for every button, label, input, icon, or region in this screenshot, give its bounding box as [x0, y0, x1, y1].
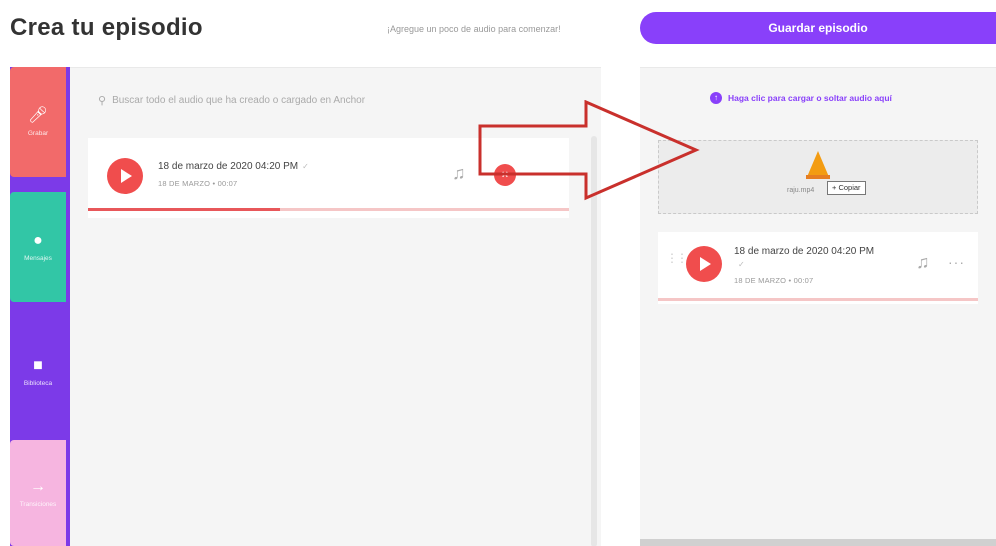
music-note-icon[interactable]: ♫	[916, 252, 930, 273]
hint-text: ¡Agregue un poco de audio para comenzar!	[387, 24, 561, 34]
drag-handle-icon[interactable]: ⋮⋮	[666, 252, 688, 264]
search-icon: ⚲	[98, 95, 107, 107]
edit-icon[interactable]: ✓	[738, 260, 745, 269]
library-scrollbar[interactable]	[591, 136, 597, 546]
folder-icon: ■	[33, 356, 43, 374]
clip-meta: 18 DE MARZO • 00:07	[734, 276, 814, 285]
upload-icon: ↑	[710, 92, 722, 104]
message-icon: ●	[33, 231, 43, 249]
dragged-file-name: raju.mp4	[787, 187, 815, 194]
remove-clip-button[interactable]: ×	[494, 164, 516, 186]
play-button[interactable]	[686, 246, 722, 282]
clip-title: 18 de marzo de 2020 04:20 PM ✓	[158, 161, 309, 172]
music-note-icon[interactable]: ♫	[452, 163, 466, 184]
tool-rail: 🎤︎ Grabar ● Mensajes ■ Biblioteca → Tran…	[10, 67, 70, 546]
library-panel: ⚲ 18 de marzo de 2020 04:20 PM✓ 18 DE MA…	[70, 67, 601, 546]
copy-tooltip: + Copiar	[827, 181, 866, 195]
tab-library[interactable]: ■ Biblioteca	[10, 317, 66, 427]
more-options-icon[interactable]: ···	[948, 254, 965, 270]
search-input[interactable]	[112, 95, 493, 106]
tab-transitions-label: Transiciones	[19, 500, 57, 508]
play-button[interactable]	[107, 158, 143, 194]
clip-progress-fill	[88, 208, 281, 211]
microphone-icon: 🎤︎	[27, 106, 49, 124]
clip-title: 18 de marzo de 2020 04:20 PM	[734, 246, 875, 257]
arrow-right-icon: →	[30, 477, 46, 495]
tab-record-label: Grabar	[27, 129, 49, 137]
episode-audio-card[interactable]: ⋮⋮ 18 de marzo de 2020 04:20 PM ✓ 18 DE …	[658, 232, 978, 304]
vlc-file-icon	[806, 151, 830, 179]
clip-title-text: 18 de marzo de 2020 04:20 PM	[158, 161, 299, 172]
edit-icon[interactable]: ✓	[302, 162, 309, 171]
episode-panel: ↑ Haga clic para cargar o soltar audio a…	[640, 67, 996, 546]
clip-meta: 18 DE MARZO • 00:07	[158, 179, 238, 188]
library-audio-card[interactable]: 18 de marzo de 2020 04:20 PM ✓ 18 DE MARZ…	[88, 138, 569, 218]
upload-hint[interactable]: ↑ Haga clic para cargar o soltar audio a…	[710, 92, 892, 104]
tab-messages[interactable]: ● Mensajes	[10, 192, 66, 302]
search-row: ⚲	[98, 94, 493, 107]
save-episode-button[interactable]: Guardar episodio	[640, 12, 996, 44]
audio-drop-zone[interactable]: raju.mp4 + Copiar	[658, 140, 978, 214]
upload-hint-text: Haga clic para cargar o soltar audio aqu…	[728, 93, 892, 103]
tab-messages-label: Mensajes	[24, 254, 52, 262]
tab-transitions[interactable]: → Transiciones	[10, 440, 66, 546]
clip-progress-track	[88, 208, 569, 211]
episode-clip-progress	[658, 298, 978, 301]
page-title: Crea tu episodio	[10, 14, 203, 41]
tab-record[interactable]: 🎤︎ Grabar	[10, 67, 66, 177]
tab-library-label: Biblioteca	[23, 379, 53, 387]
episode-bottom-bar	[640, 539, 996, 546]
